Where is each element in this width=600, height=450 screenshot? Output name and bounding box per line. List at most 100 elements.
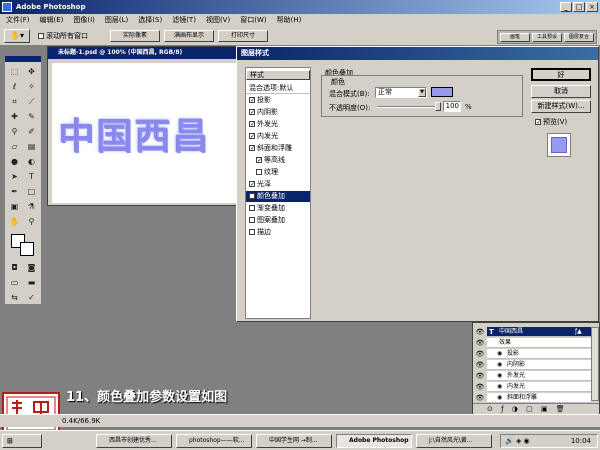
start-button[interactable]: ⊞ [2, 434, 42, 448]
layers-scrollbar[interactable] [591, 327, 599, 401]
cancel-button[interactable]: 取消 [531, 85, 591, 98]
menu-select[interactable]: 选择(S) [138, 16, 162, 24]
eye-icon[interactable]: 👁 [475, 382, 485, 392]
history-brush-tool-icon[interactable]: ✐ [24, 125, 39, 138]
dodge-tool-icon[interactable]: ◐ [24, 155, 39, 168]
maximize-button[interactable]: □ [573, 2, 585, 12]
layer-row[interactable]: T 中国西昌 ƒ▲ [487, 327, 591, 337]
screen-mode-icon[interactable]: ▭ [7, 276, 22, 289]
task-button[interactable]: 西昌市创建优秀... [96, 434, 172, 448]
healing-brush-tool-icon[interactable]: ✚ [7, 110, 22, 123]
crop-tool-icon[interactable]: ⌗ [7, 95, 22, 108]
menu-layer[interactable]: 图层(L) [105, 16, 128, 24]
preview-checkbox[interactable]: ✓ [535, 119, 541, 126]
zoom-tool-icon[interactable]: ⚲ [24, 215, 39, 228]
style-item[interactable]: ✓ 内发光 [246, 131, 310, 142]
brush-tool-icon[interactable]: ✎ [24, 110, 39, 123]
blend-options-item[interactable]: 混合选项:默认 [246, 83, 310, 94]
style-checkbox[interactable]: ✓ [249, 145, 255, 152]
quick-mask-mode-icon[interactable]: ◙ [24, 261, 39, 274]
new-style-button[interactable]: 新建样式(W)... [531, 100, 591, 113]
hand-tool-preset-icon[interactable]: ✋▾ [4, 29, 30, 43]
layer-effect-row[interactable]: ◉ 外发光 [487, 371, 591, 381]
eye-icon[interactable]: 👁 [475, 360, 485, 370]
blend-mode-select[interactable]: 正常 ▼ [375, 87, 427, 98]
opacity-slider-thumb[interactable] [435, 102, 441, 111]
style-item[interactable]: ✓ 外发光 [246, 119, 310, 130]
style-checkbox[interactable]: ✓ [249, 121, 255, 128]
menu-file[interactable]: 文件(F) [6, 16, 30, 24]
style-checkbox[interactable]: ✓ [249, 181, 255, 188]
tray-icons[interactable]: 🔊 ◈ ◉ [505, 435, 530, 447]
move-tool-icon[interactable]: ✥ [24, 65, 39, 78]
palette-tab-brushes[interactable]: 画笔 [500, 33, 530, 42]
standard-mode-icon[interactable]: ◘ [7, 261, 22, 274]
full-screen-mode-icon[interactable]: ▬ [24, 276, 39, 289]
style-checkbox[interactable] [249, 229, 255, 235]
style-item[interactable]: ✓ 光泽 [246, 179, 310, 190]
ok-button[interactable]: 好 [531, 68, 591, 81]
gradient-tool-icon[interactable]: ▤ [24, 140, 39, 153]
chevron-down-icon[interactable]: ▼ [418, 88, 426, 97]
clone-stamp-tool-icon[interactable]: ⚲ [7, 125, 22, 138]
actual-pixels-button[interactable]: 实际像素 [110, 30, 160, 42]
fit-screen-button[interactable]: 满画布显示 [164, 30, 214, 42]
scroll-all-checkbox[interactable] [38, 33, 44, 39]
task-button-active[interactable]: Adobe Photoshop [336, 434, 412, 448]
check-mark-icon[interactable]: ✓ [24, 291, 39, 304]
eye-icon[interactable]: 👁 [475, 393, 485, 403]
menu-help[interactable]: 帮助(H) [277, 16, 302, 24]
style-checkbox[interactable]: ✓ [249, 109, 255, 116]
effects-row[interactable]: 效果 [487, 338, 591, 348]
layers-bottom-toolbar[interactable]: ⊙ ƒ ◑ ▢ ▣ 🗑 [473, 403, 599, 414]
notes-tool-icon[interactable]: ▣ [7, 200, 22, 213]
style-checkbox[interactable]: ✓ [249, 133, 255, 140]
task-button[interactable]: 中国学生网 →制... [256, 434, 332, 448]
pen-tool-icon[interactable]: ✒ [7, 185, 22, 198]
eye-icon[interactable]: 👁 [475, 349, 485, 359]
close-button[interactable]: × [586, 2, 598, 12]
slice-tool-icon[interactable]: ⟋ [24, 95, 39, 108]
eye-icon[interactable]: 👁 [475, 338, 485, 348]
eraser-tool-icon[interactable]: ▱ [7, 140, 22, 153]
style-checkbox[interactable] [249, 217, 255, 223]
opacity-input[interactable]: 100 [443, 101, 461, 112]
canvas[interactable]: 中国西昌 [52, 63, 238, 203]
style-item[interactable]: ✓ 等高线 [246, 155, 310, 166]
hand-tool-icon[interactable]: ✋ [7, 215, 22, 228]
style-item[interactable]: 描边 [246, 227, 310, 238]
background-color-swatch[interactable] [20, 242, 34, 256]
style-item[interactable]: ✓ 颜色叠加 [246, 191, 310, 202]
layer-effect-row[interactable]: ◉ 斜面和浮雕 [487, 393, 591, 403]
print-size-button[interactable]: 打印尺寸 [218, 30, 268, 42]
minimize-button[interactable]: _ [560, 2, 572, 12]
task-button[interactable]: J:\自然风光\黄... [416, 434, 492, 448]
menu-image[interactable]: 图像(I) [73, 16, 95, 24]
styles-header[interactable]: 样式 [246, 70, 310, 80]
style-checkbox[interactable]: ✓ [249, 193, 255, 200]
style-item[interactable]: 渐变叠加 [246, 203, 310, 214]
style-item[interactable]: ✓ 内阴影 [246, 107, 310, 118]
eye-icon[interactable]: 👁 [475, 327, 485, 337]
style-checkbox[interactable] [256, 169, 262, 175]
marquee-tool-icon[interactable]: ⬚ [7, 65, 22, 78]
rectangle-tool-icon[interactable]: □ [24, 185, 39, 198]
imageready-jump-icon[interactable]: ⇆ [7, 291, 22, 304]
style-item[interactable]: 纹理 [246, 167, 310, 178]
eye-icon[interactable]: 👁 [475, 371, 485, 381]
style-checkbox[interactable]: ✓ [249, 97, 255, 104]
menu-window[interactable]: 窗口(W) [240, 16, 266, 24]
style-item[interactable]: ✓ 投影 [246, 95, 310, 106]
style-checkbox[interactable] [249, 205, 255, 211]
layer-effect-row[interactable]: ◉ 投影 [487, 349, 591, 359]
task-button[interactable]: photoshop——软... [176, 434, 252, 448]
blur-tool-icon[interactable]: ● [7, 155, 22, 168]
overlay-color-swatch[interactable] [431, 87, 453, 97]
menu-filter[interactable]: 滤镜(T) [172, 16, 196, 24]
style-checkbox[interactable]: ✓ [256, 157, 262, 164]
menu-edit[interactable]: 编辑(E) [40, 16, 64, 24]
palette-tab-tool-presets[interactable]: 工具预设 [532, 33, 562, 42]
palette-tab-layer-comps[interactable]: 图层复合 [564, 33, 594, 42]
opacity-slider-track[interactable] [377, 106, 439, 108]
scroll-all-windows-option[interactable]: 滚动所有窗口 [38, 31, 88, 41]
